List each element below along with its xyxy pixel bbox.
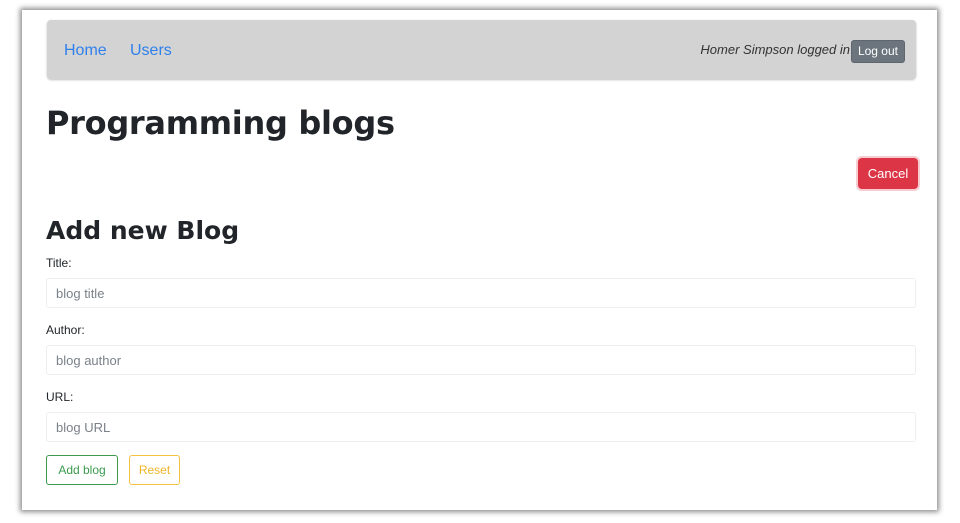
add-blog-button[interactable]: Add blog <box>46 455 118 485</box>
nav-link-home[interactable]: Home <box>64 42 107 60</box>
author-input[interactable] <box>46 345 916 375</box>
reset-button[interactable]: Reset <box>129 455 180 485</box>
add-blog-heading: Add new Blog <box>46 216 240 245</box>
url-label: URL: <box>46 390 74 404</box>
login-status-text: Homer Simpson logged in <box>700 42 850 57</box>
nav-link-users[interactable]: Users <box>130 42 172 60</box>
cancel-button[interactable]: Cancel <box>858 158 918 189</box>
url-input[interactable] <box>46 412 916 442</box>
logout-button[interactable]: Log out <box>850 40 905 63</box>
page-title: Programming blogs <box>46 104 395 142</box>
title-input[interactable] <box>46 278 916 308</box>
author-label: Author: <box>46 323 85 337</box>
title-label: Title: <box>46 256 72 270</box>
navbar: Home Users Homer Simpson logged in Log o… <box>47 20 916 79</box>
